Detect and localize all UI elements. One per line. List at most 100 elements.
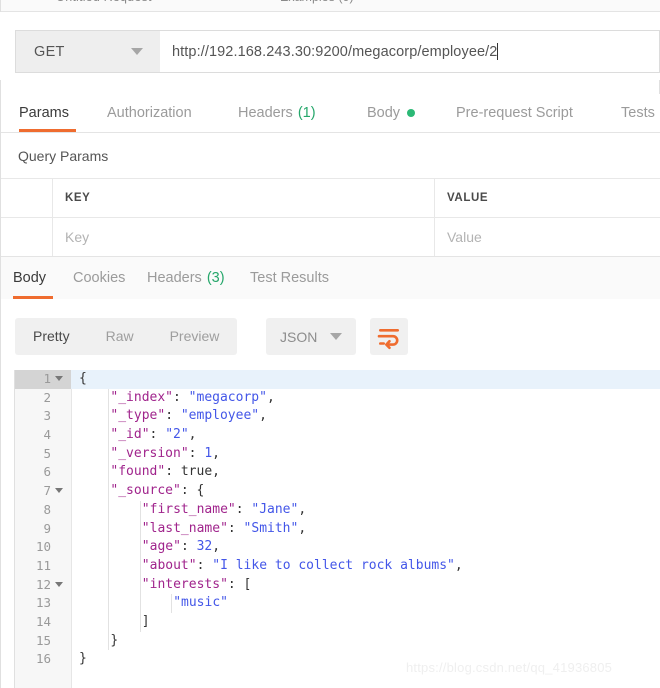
code-line: 11 "about": "I like to collect rock album… bbox=[15, 557, 660, 576]
http-method-select[interactable]: GET bbox=[15, 30, 160, 73]
request-tab-label: Body bbox=[367, 105, 401, 121]
code-token: "_type" bbox=[110, 408, 166, 424]
view-mode-segmented-control: Pretty Raw Preview bbox=[15, 318, 238, 355]
code-token: 1 bbox=[204, 445, 213, 461]
code-token: "last_name" bbox=[141, 520, 228, 536]
chevron-down-icon bbox=[131, 48, 143, 55]
code-token: "2" bbox=[165, 427, 189, 443]
fold-toggle-icon[interactable] bbox=[55, 376, 63, 381]
code-token: "_source" bbox=[110, 483, 181, 499]
line-number: 4 bbox=[43, 427, 51, 443]
line-number: 14 bbox=[35, 613, 51, 629]
view-mode-pretty[interactable]: Pretty bbox=[15, 318, 88, 355]
request-tab-label: Params bbox=[19, 105, 69, 121]
code-line: 6 "found": true, bbox=[15, 463, 660, 482]
word-wrap-button[interactable] bbox=[370, 318, 408, 355]
request-tab-tests[interactable]: Tests bbox=[621, 94, 660, 132]
code-line: 1{ bbox=[15, 370, 660, 389]
code-token: "Smith" bbox=[243, 520, 299, 536]
line-number: 13 bbox=[35, 595, 51, 611]
code-line: 5 "_version": 1, bbox=[15, 445, 660, 464]
request-tab-bar: Params Authorization Headers (1) Body Pre-req… bbox=[1, 94, 660, 133]
line-number: 11 bbox=[35, 557, 51, 573]
request-tab-headers[interactable]: Headers (1) bbox=[238, 94, 331, 132]
code-token: : bbox=[180, 539, 197, 555]
code-token: : bbox=[188, 445, 205, 461]
response-tab-headers[interactable]: Headers (3) bbox=[147, 257, 233, 299]
fold-toggle-icon[interactable] bbox=[55, 581, 63, 587]
code-line-text: } bbox=[79, 650, 87, 669]
table-row: Key Value bbox=[1, 218, 660, 257]
column-header-value: VALUE bbox=[435, 179, 660, 217]
code-token: "megacorp" bbox=[188, 389, 267, 405]
param-value-input[interactable]: Value bbox=[435, 218, 660, 256]
code-line-text: "interests": [ bbox=[142, 576, 252, 595]
param-key-input[interactable]: Key bbox=[53, 218, 435, 256]
code-line-text: { bbox=[79, 370, 87, 389]
request-tab-body[interactable]: Body bbox=[367, 94, 419, 132]
request-url-input[interactable]: http://192.168.243.30:9200/megacorp/empl… bbox=[160, 30, 660, 73]
response-tab-label: Headers bbox=[147, 270, 202, 286]
code-token: , bbox=[259, 408, 267, 424]
select-all-checkbox-cell[interactable] bbox=[1, 179, 53, 217]
request-tab-authorization[interactable]: Authorization bbox=[107, 94, 204, 132]
code-line-text: "_id": "2", bbox=[110, 426, 196, 445]
code-token: , bbox=[266, 389, 275, 405]
column-header-key: KEY bbox=[53, 179, 435, 217]
code-token: "interests" bbox=[141, 576, 228, 592]
response-tab-label: Cookies bbox=[73, 270, 126, 286]
indent-guide bbox=[139, 500, 141, 632]
code-token: { bbox=[79, 371, 87, 386]
response-tab-cookies[interactable]: Cookies bbox=[73, 257, 133, 299]
query-params-table: KEY VALUE Key Value bbox=[1, 178, 660, 257]
code-token: : bbox=[149, 427, 166, 443]
code-token: , bbox=[298, 520, 307, 536]
code-line-text: } bbox=[110, 632, 118, 651]
code-token: , bbox=[188, 427, 197, 443]
fold-toggle-icon[interactable] bbox=[55, 488, 63, 494]
http-method-label: GET bbox=[34, 43, 65, 60]
text-cursor bbox=[497, 43, 499, 60]
code-line-text: "age": 32, bbox=[142, 538, 220, 557]
row-checkbox-cell[interactable] bbox=[1, 218, 53, 256]
code-line: 12 "interests": [ bbox=[15, 576, 660, 595]
code-line-text: "_version": 1, bbox=[110, 445, 220, 464]
code-token: "_index" bbox=[110, 389, 174, 405]
response-body-viewer[interactable]: 1{2 "_index": "megacorp", 3 "_type": "emplo… bbox=[14, 370, 660, 688]
column-header-value-label: VALUE bbox=[447, 192, 489, 204]
code-token: : bbox=[173, 389, 189, 405]
line-number: 16 bbox=[35, 651, 51, 667]
code-line: 10 "age": 32, bbox=[15, 538, 660, 557]
code-line-text: "first_name": "Jane", bbox=[142, 501, 306, 520]
request-url-text: http://192.168.243.30:9200/megacorp/empl… bbox=[172, 43, 498, 60]
request-tab-count: (1) bbox=[297, 105, 316, 121]
code-token: : { bbox=[180, 483, 205, 499]
request-tab-pre-request-script[interactable]: Pre-request Script bbox=[456, 94, 586, 132]
code-token: "_version" bbox=[110, 445, 189, 461]
line-number: 5 bbox=[43, 445, 51, 461]
code-line: 3 "_type": "employee", bbox=[15, 407, 660, 426]
response-tab-label: Test Results bbox=[250, 270, 329, 286]
response-tab-test-results[interactable]: Test Results bbox=[250, 257, 337, 299]
line-number: 3 bbox=[43, 408, 51, 424]
code-token: , bbox=[212, 445, 220, 461]
request-tab-params[interactable]: Params bbox=[19, 94, 76, 132]
code-line: 8 "first_name": "Jane", bbox=[15, 501, 660, 520]
code-line-text: "_index": "megacorp", bbox=[110, 389, 274, 408]
watermark-text: https://blog.csdn.net/qq_41936805 bbox=[406, 660, 613, 675]
response-tab-body[interactable]: Body bbox=[13, 257, 53, 299]
request-tab-label: Pre-request Script bbox=[456, 105, 573, 121]
code-line-text: "_type": "employee", bbox=[110, 407, 267, 426]
code-token: : bbox=[235, 501, 252, 517]
code-token: "about" bbox=[141, 557, 197, 573]
code-token: , bbox=[212, 464, 220, 480]
request-url-bar: GET http://192.168.243.30:9200/megacorp/… bbox=[0, 12, 660, 80]
view-mode-raw[interactable]: Raw bbox=[88, 318, 152, 355]
active-tab-underline bbox=[19, 129, 76, 132]
view-mode-preview[interactable]: Preview bbox=[152, 318, 238, 355]
response-format-select[interactable]: JSON bbox=[266, 318, 356, 355]
param-key-placeholder: Key bbox=[65, 229, 90, 245]
code-line-text: "_source": { bbox=[110, 482, 204, 501]
code-token: : bbox=[165, 408, 181, 424]
request-tab-label: Tests bbox=[621, 105, 655, 121]
